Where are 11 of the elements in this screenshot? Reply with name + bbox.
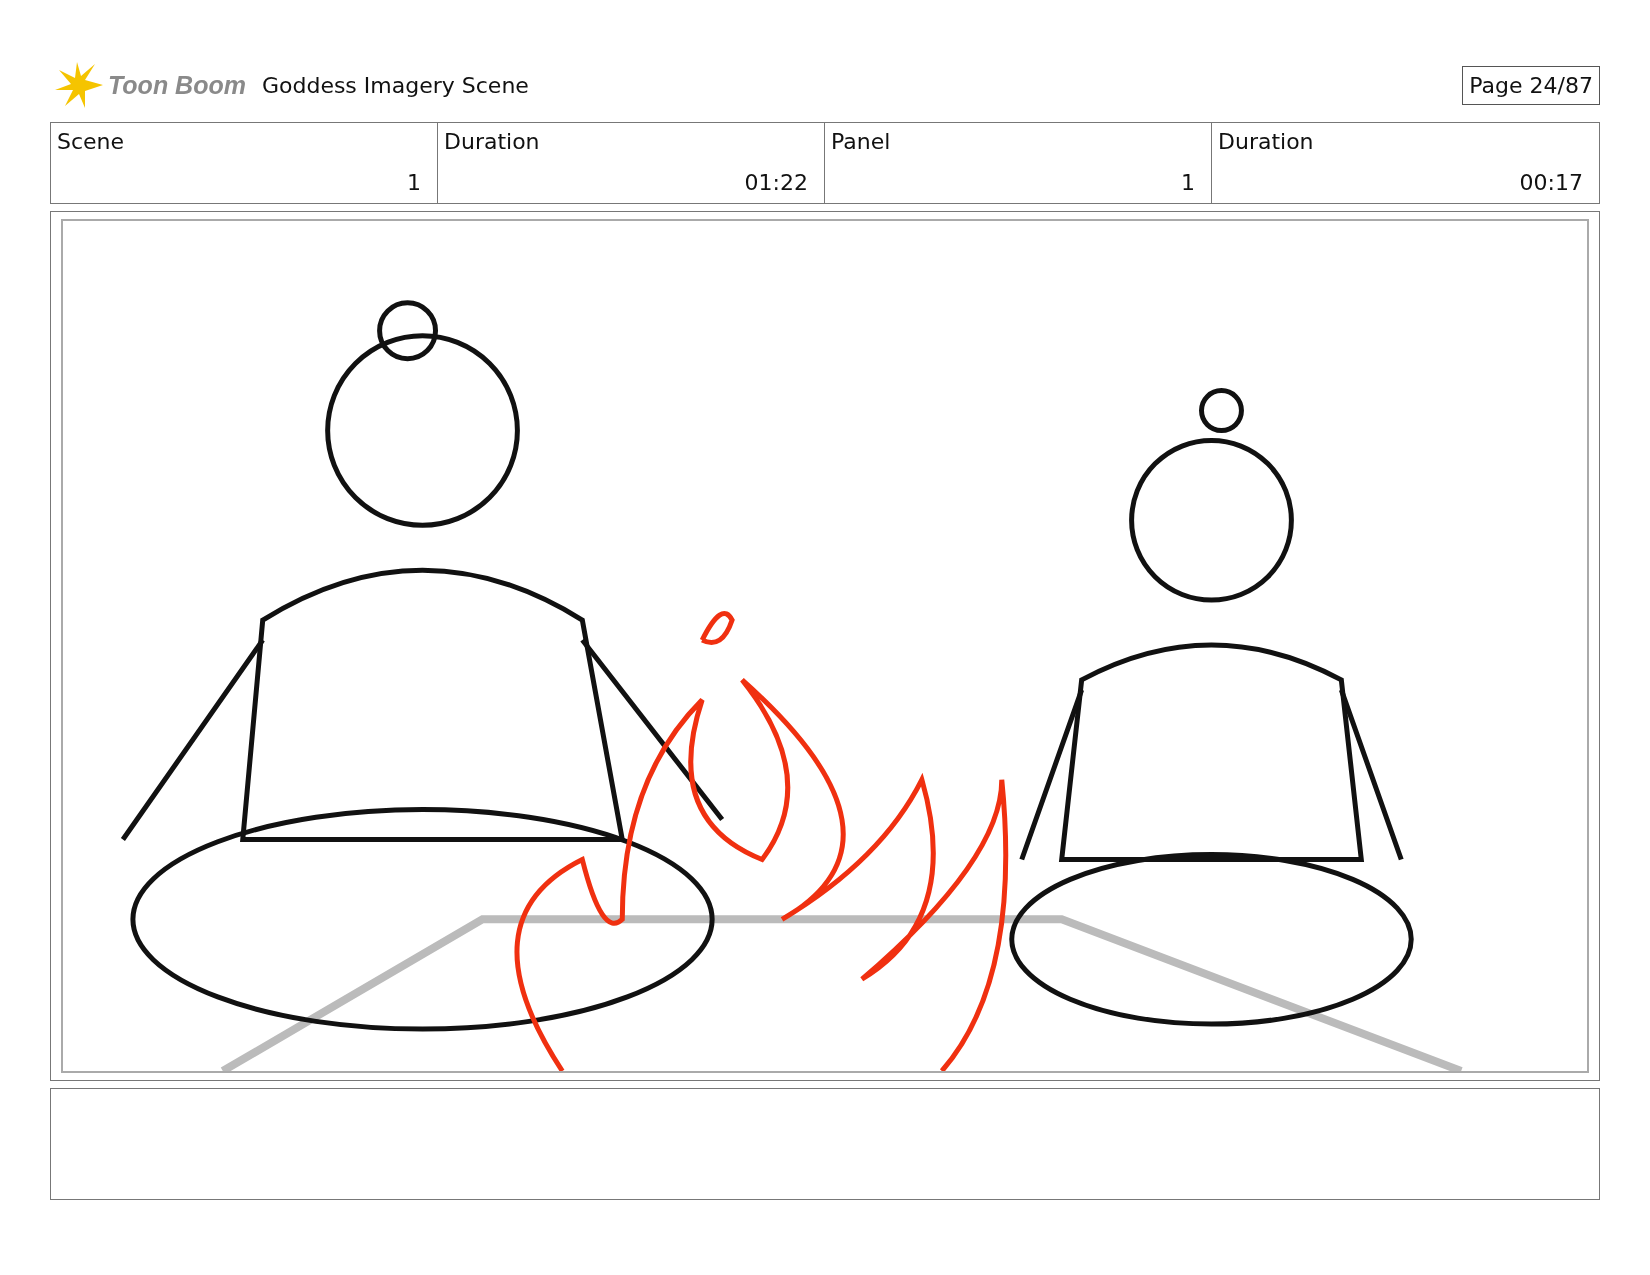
info-value: 1	[1181, 170, 1195, 195]
info-label: Panel	[831, 129, 891, 154]
info-value: 01:22	[744, 170, 808, 195]
scene-title: Goddess Imagery Scene	[261, 72, 529, 98]
info-value: 1	[407, 170, 421, 195]
logo-text: Toon Boom	[108, 70, 246, 100]
info-label: Duration	[1218, 129, 1314, 154]
info-label: Scene	[57, 129, 125, 154]
page-number: Page 24/87	[1462, 65, 1600, 105]
info-value: 00:17	[1519, 170, 1583, 195]
info-label: Duration	[444, 129, 540, 154]
